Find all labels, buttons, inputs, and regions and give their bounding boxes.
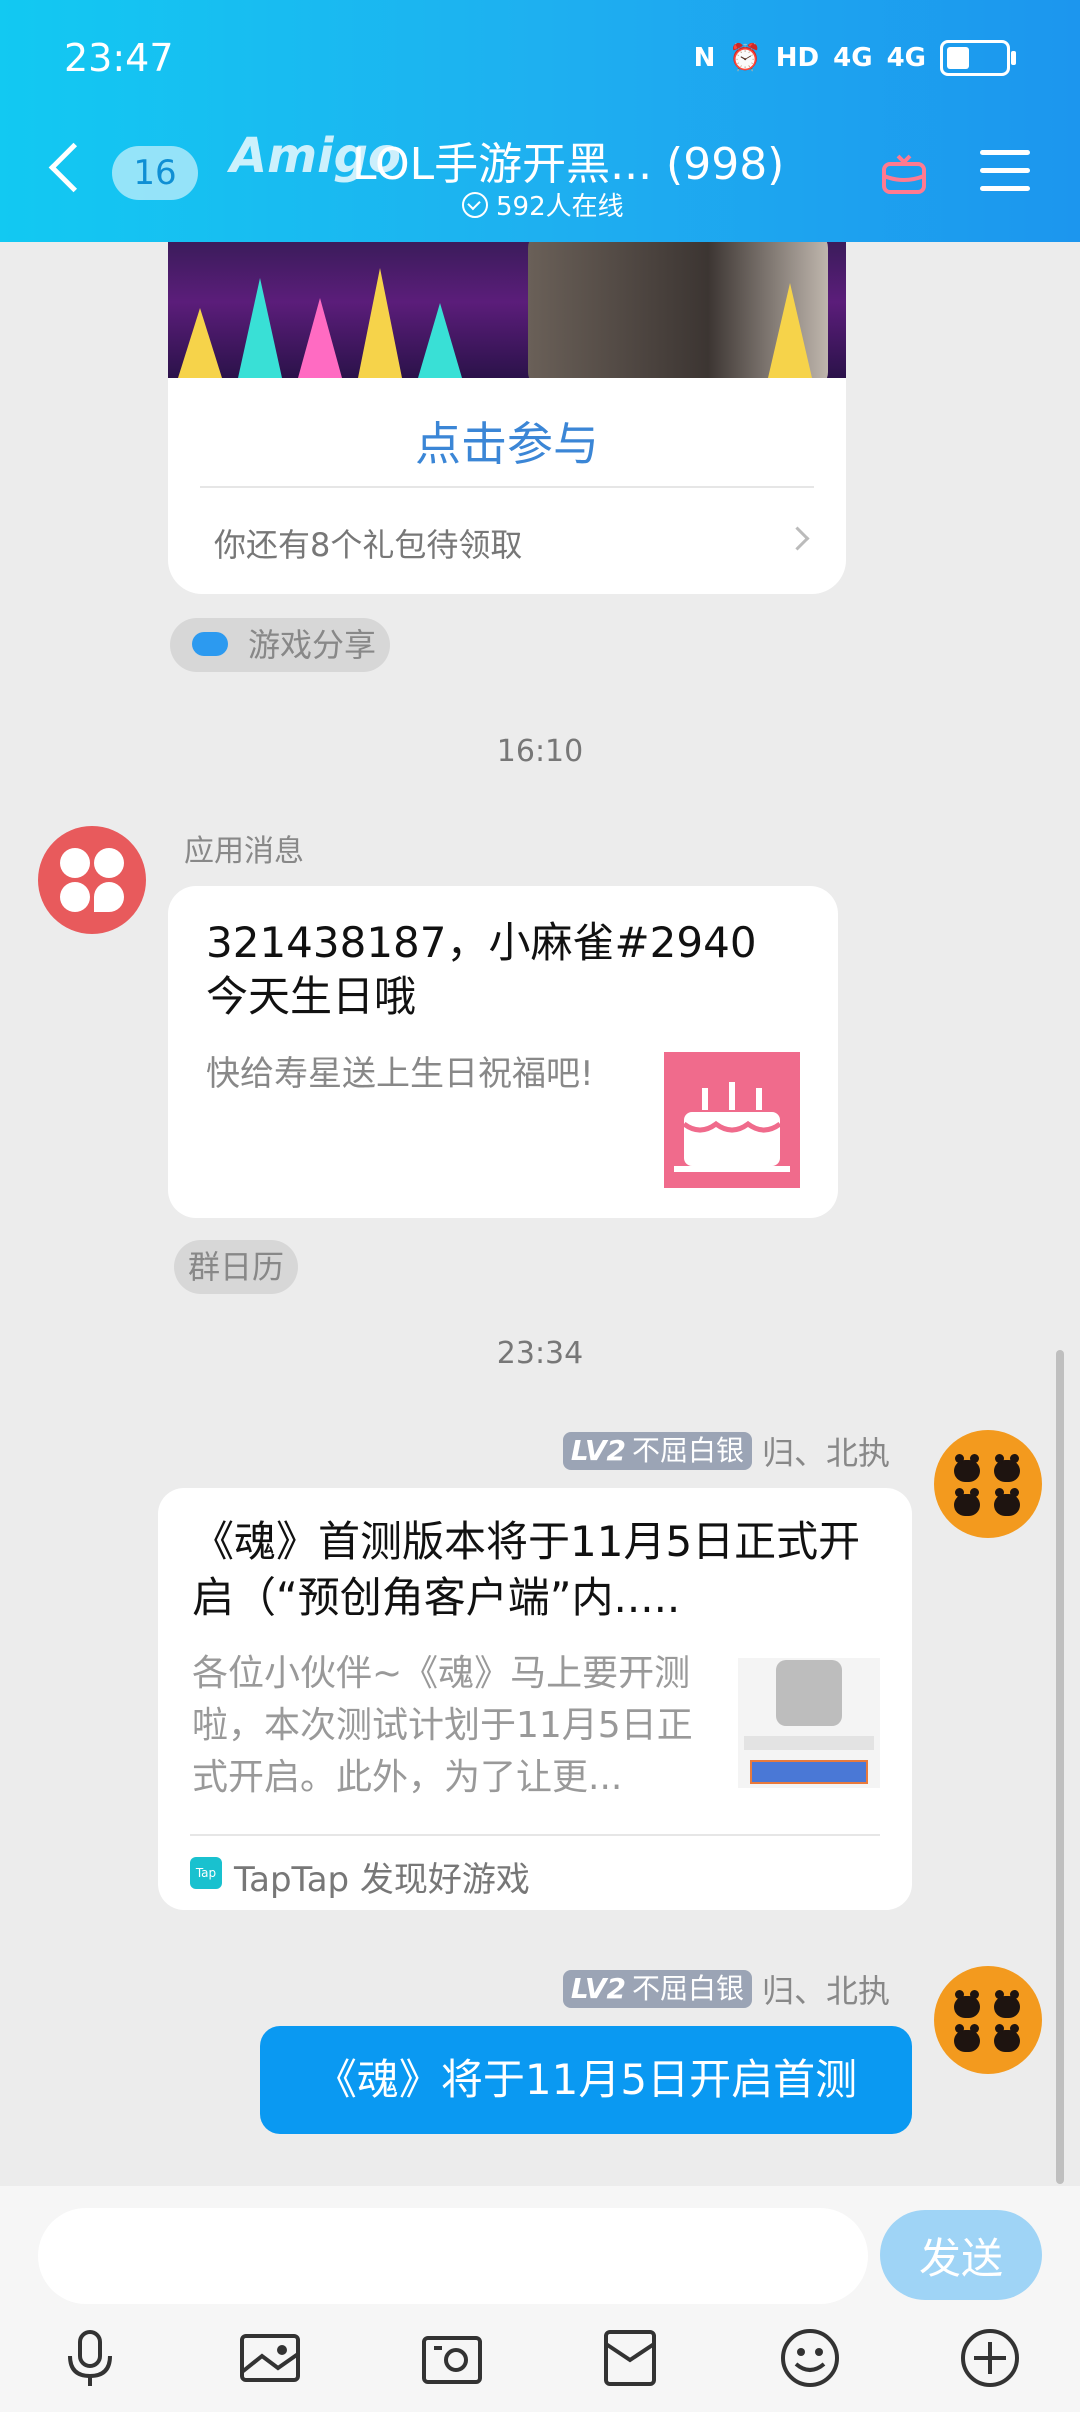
- hd-icon: HD: [775, 43, 820, 73]
- alarm-icon: ⏰: [729, 43, 762, 73]
- emoji-icon[interactable]: [778, 2326, 842, 2390]
- birthday-card[interactable]: 321438187，小麻雀#2940今天生日哦 快给寿星送上生日祝福吧!: [168, 886, 838, 1218]
- timestamp: 16:10: [496, 734, 584, 769]
- user-avatar[interactable]: [934, 1966, 1042, 2074]
- status-time: 23:47: [64, 36, 174, 80]
- level-badge: LV2 不屈白银: [562, 1970, 752, 2008]
- shared-link-card[interactable]: 《魂》首测版本将于11月5日正式开启（“预创角客户端”内..... 各位小伙伴~…: [158, 1488, 912, 1910]
- share-thumbnail: [738, 1658, 880, 1788]
- timestamp: 23:34: [496, 1336, 584, 1371]
- online-label: 592人在线: [496, 192, 624, 222]
- chevron-right-icon: [785, 526, 810, 551]
- status-icons: N ⏰ HD 4G 4G: [693, 40, 1016, 76]
- level-badge: LV2 不屈白银: [562, 1432, 752, 1470]
- plus-icon[interactable]: [958, 2326, 1022, 2390]
- send-button[interactable]: 发送: [880, 2210, 1042, 2300]
- battery-icon: [940, 40, 1016, 76]
- signal-icon-2: 4G: [886, 43, 926, 73]
- top-bar: 23:47 N ⏰ HD 4G 4G 16 Amigo LOL手游开黑... (…: [0, 0, 1080, 242]
- sender-name: 应用消息: [184, 834, 304, 869]
- signal-icon: 4G: [833, 43, 873, 73]
- microphone-icon[interactable]: [58, 2326, 122, 2390]
- group-calendar-tag[interactable]: 群日历: [174, 1240, 299, 1294]
- birthday-title: 321438187，小麻雀#2940今天生日哦: [206, 918, 757, 1021]
- app-message-avatar[interactable]: [38, 826, 146, 934]
- gamepad-icon: [192, 632, 228, 656]
- divider: [190, 1834, 880, 1836]
- scrollbar[interactable]: [1056, 1350, 1064, 2184]
- online-count: 592人在线: [462, 186, 624, 223]
- unread-badge[interactable]: 16: [112, 146, 198, 200]
- group-title[interactable]: LOL手游开黑... (998): [352, 128, 784, 192]
- sender-name: 归、北执: [761, 1972, 890, 2010]
- event-card[interactable]: 点击参与 你还有8个礼包待领取: [168, 378, 846, 594]
- nfc-icon: N: [693, 43, 716, 73]
- back-icon[interactable]: [48, 142, 99, 193]
- message-bubble[interactable]: 《魂》将于11月5日开启首测: [260, 2026, 912, 2134]
- share-title: 《魂》首测版本将于11月5日正式开启（“预创角客户端”内.....: [192, 1517, 861, 1622]
- gift-notice[interactable]: 你还有8个礼包待领取: [214, 520, 522, 566]
- composer: 发送: [0, 2186, 1080, 2412]
- sender-name: 归、北执: [761, 1434, 890, 1472]
- check-circle-icon: [462, 191, 488, 218]
- game-share-tag[interactable]: 游戏分享: [170, 618, 391, 672]
- gift-box-icon[interactable]: [880, 148, 928, 196]
- camera-icon[interactable]: [420, 2326, 484, 2390]
- birthday-subtitle: 快给寿星送上生日祝福吧!: [206, 1054, 594, 1094]
- taptap-icon: Tap: [190, 1857, 222, 1889]
- user-avatar[interactable]: [934, 1430, 1042, 1538]
- join-button[interactable]: 点击参与: [168, 408, 846, 474]
- event-banner-image[interactable]: [168, 240, 846, 378]
- menu-icon[interactable]: [980, 150, 1030, 204]
- birthday-cake-icon: [664, 1052, 800, 1188]
- red-packet-icon[interactable]: [598, 2326, 662, 2390]
- sender-row: LV2 不屈白银 归、北执: [562, 1428, 890, 1474]
- divider: [200, 486, 814, 488]
- image-icon[interactable]: [238, 2326, 302, 2390]
- message-input[interactable]: [38, 2208, 868, 2304]
- share-source: TapTap 发现好游戏: [234, 1860, 530, 1900]
- sender-row: LV2 不屈白银 归、北执: [562, 1966, 890, 2012]
- share-description: 各位小伙伴~《魂》马上要开测啦，本次测试计划于11月5日正式开启。此外，为了让更…: [192, 1653, 693, 1798]
